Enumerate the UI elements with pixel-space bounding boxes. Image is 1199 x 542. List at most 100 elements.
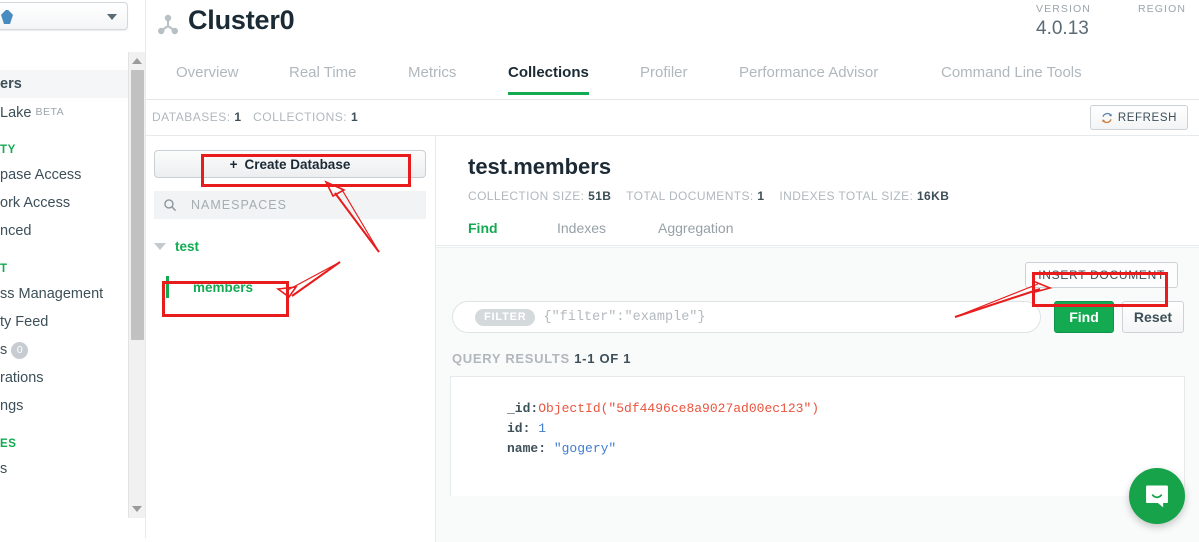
tab-command-line-tools[interactable]: Command Line Tools (941, 64, 1082, 92)
sidebar-item-settings[interactable]: ngs (0, 392, 128, 420)
collections-label: COLLECTIONS: (253, 110, 348, 124)
create-database-button[interactable]: + Create Database (154, 150, 426, 178)
chevron-down-icon[interactable] (154, 243, 166, 250)
total-documents-value: 1 (757, 189, 765, 203)
tab-real-time[interactable]: Real Time (289, 64, 357, 92)
collection-size-value: 51B (588, 189, 612, 203)
cluster-icon (158, 14, 178, 35)
active-collection-indicator (166, 276, 169, 298)
scroll-up-arrow-icon[interactable] (132, 58, 142, 64)
search-icon (164, 199, 177, 212)
tab-collections[interactable]: Collections (508, 64, 589, 95)
refresh-icon (1102, 112, 1112, 123)
field-key: id: (507, 421, 531, 436)
main-content: Cluster0 VERSION 4.0.13 REGION Overview … (145, 0, 1199, 542)
tab-performance-advisor[interactable]: Performance Advisor (739, 64, 878, 92)
collection-name: members (193, 279, 254, 295)
indexes-total-size-label: INDEXES TOTAL SIZE: (779, 189, 914, 203)
refresh-label: REFRESH (1117, 111, 1177, 124)
sidebar-item-list: ers Lake BETA TY pase Access ork Access n… (0, 70, 128, 483)
document-field-name: name: "gogery" (507, 439, 819, 459)
tab-metrics[interactable]: Metrics (408, 64, 456, 92)
collections-count: 1 (351, 110, 359, 124)
query-results-label: QUERY RESULTS 1-1 OF 1 (452, 351, 631, 366)
sidebar-item-label: s (0, 342, 8, 358)
tab-profiler[interactable]: Profiler (640, 64, 688, 92)
sidebar-item-clusters[interactable]: ers (0, 70, 128, 98)
create-database-label: Create Database (244, 156, 351, 172)
document-field-id-num: id: 1 (507, 419, 819, 439)
reset-button[interactable]: Reset (1122, 301, 1184, 333)
beta-badge: BETA (35, 106, 65, 118)
sidebar-item-advanced[interactable]: nced (0, 217, 128, 245)
chevron-down-icon (107, 14, 117, 20)
cluster-version: VERSION 4.0.13 (1036, 3, 1091, 40)
sidebar-item-data-lake[interactable]: Lake BETA (0, 98, 128, 126)
chat-launcher-button[interactable] (1129, 468, 1185, 524)
namespaces-search-placeholder: NAMESPACES (191, 198, 287, 212)
collection-stats: COLLECTION SIZE: 51B TOTAL DOCUMENTS: 1 … (468, 189, 949, 203)
page-title: Cluster0 (188, 5, 295, 35)
document-card[interactable]: _id:ObjectId("5df4496ce8a9027ad00ec123")… (450, 376, 1185, 496)
document-field-id: _id:ObjectId("5df4496ce8a9027ad00ec123") (507, 399, 819, 419)
field-key: _id: (507, 401, 539, 416)
filter-input[interactable]: FILTER {"filter":"example"} (452, 301, 1041, 333)
organization-logo-icon (1, 10, 13, 24)
indexes-total-size-value: 16KB (916, 189, 950, 203)
field-value: 1 (538, 421, 547, 436)
tab-overview[interactable]: Overview (176, 64, 239, 92)
alert-count-badge: 0 (11, 341, 29, 359)
results-of: OF (599, 351, 619, 366)
refresh-button[interactable]: REFRESH (1089, 105, 1188, 130)
total-documents-label: TOTAL DOCUMENTS: (626, 189, 754, 203)
sidebar-item-database-access[interactable]: pase Access (0, 161, 128, 189)
tree-database-test[interactable]: test (154, 239, 199, 254)
sidebar-item-access-management[interactable]: ss Management (0, 280, 128, 308)
sidebar-scrollbar[interactable] (128, 52, 145, 518)
results-total: 1 (623, 351, 632, 366)
sidebar-item-integrations[interactable]: rations (0, 364, 128, 392)
sidebar-item-network-access[interactable]: ork Access (0, 189, 128, 217)
tree-collection-members[interactable]: members (166, 274, 396, 300)
plus-icon: + (229, 156, 238, 172)
filter-row: FILTER {"filter":"example"} Find Reset (436, 301, 1199, 335)
cluster-nav-tabs: Overview Real Time Metrics Collections P… (146, 56, 1199, 100)
sidebar-section-alerts: T (0, 263, 8, 275)
sidebar-item-triggers[interactable]: s (0, 455, 128, 483)
tab-indexes[interactable]: Indexes (557, 220, 606, 236)
filter-badge: FILTER (475, 308, 536, 326)
find-button[interactable]: Find (1054, 301, 1114, 333)
version-label: VERSION (1036, 3, 1091, 15)
scroll-down-arrow-icon[interactable] (132, 506, 142, 512)
tab-find[interactable]: Find (468, 220, 498, 236)
results-range: 1-1 (574, 351, 596, 366)
database-name: test (175, 239, 200, 254)
field-value: ObjectId("5df4496ce8a9027ad00ec123") (538, 401, 820, 416)
tab-aggregation[interactable]: Aggregation (658, 220, 734, 236)
sidebar-item-activity-feed[interactable]: ty Feed (0, 308, 128, 336)
database-stats-bar: DATABASES: 1 COLLECTIONS: 1 REFRESH (146, 100, 1199, 136)
results-label: QUERY RESULTS (452, 351, 570, 366)
collections-body: + Create Database NAMESPACES test member… (146, 136, 1199, 542)
organization-select[interactable] (0, 2, 128, 30)
sidebar-section-services: ES (0, 438, 17, 450)
sidebar-item-label: Lake (0, 105, 32, 121)
query-area: INSERT DOCUMENT FILTER {"filter":"exampl… (436, 247, 1199, 542)
namespaces-search[interactable]: NAMESPACES (154, 191, 426, 219)
global-sidebar: ers Lake BETA TY pase Access ork Access n… (0, 0, 145, 538)
sidebar-item-alerts[interactable]: s0 (0, 336, 128, 364)
cluster-header: Cluster0 VERSION 4.0.13 REGION (146, 0, 1199, 52)
collection-size-label: COLLECTION SIZE: (468, 189, 585, 203)
field-value: "gogery" (553, 441, 617, 456)
sidebar-section-security: TY (0, 144, 16, 156)
filter-placeholder: {"filter":"example"} (543, 309, 706, 325)
collection-detail: test.members COLLECTION SIZE: 51B TOTAL … (436, 136, 1199, 542)
region-label: REGION (1138, 3, 1187, 15)
document-body: _id:ObjectId("5df4496ce8a9027ad00ec123")… (507, 399, 819, 459)
cluster-region: REGION (1138, 3, 1186, 18)
collection-sub-tabs: Find Indexes Aggregation (436, 216, 1199, 246)
insert-document-button[interactable]: INSERT DOCUMENT (1025, 262, 1178, 288)
scrollbar-thumb[interactable] (131, 70, 144, 340)
namespaces-panel: + Create Database NAMESPACES test member… (146, 136, 436, 542)
databases-label: DATABASES: (152, 110, 231, 124)
